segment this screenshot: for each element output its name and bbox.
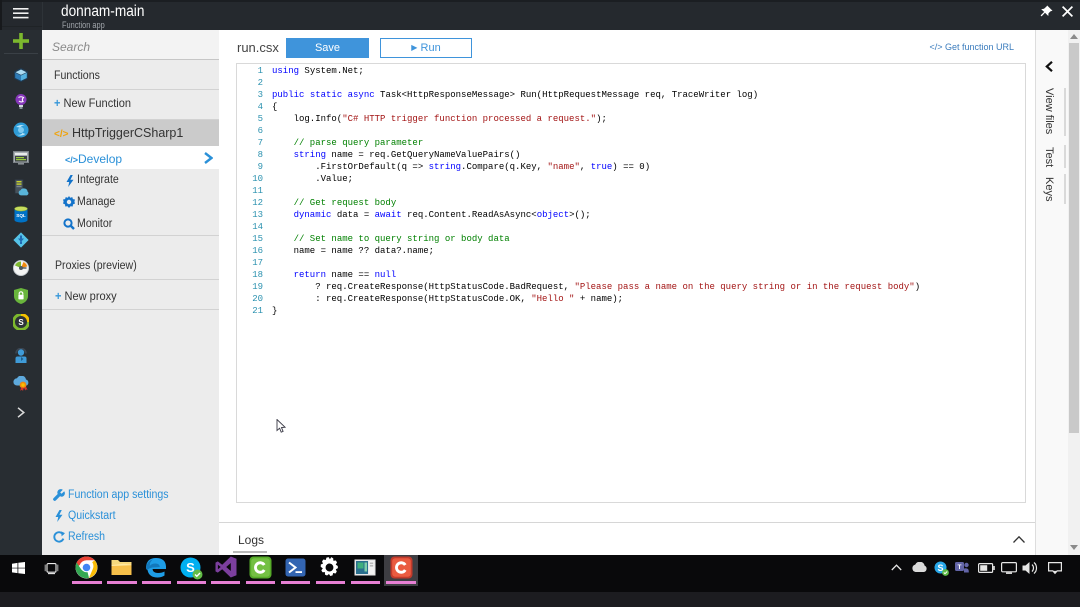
svg-text:SQL: SQL (16, 213, 26, 218)
svg-text:S: S (18, 318, 24, 327)
svg-text:T: T (958, 564, 962, 571)
